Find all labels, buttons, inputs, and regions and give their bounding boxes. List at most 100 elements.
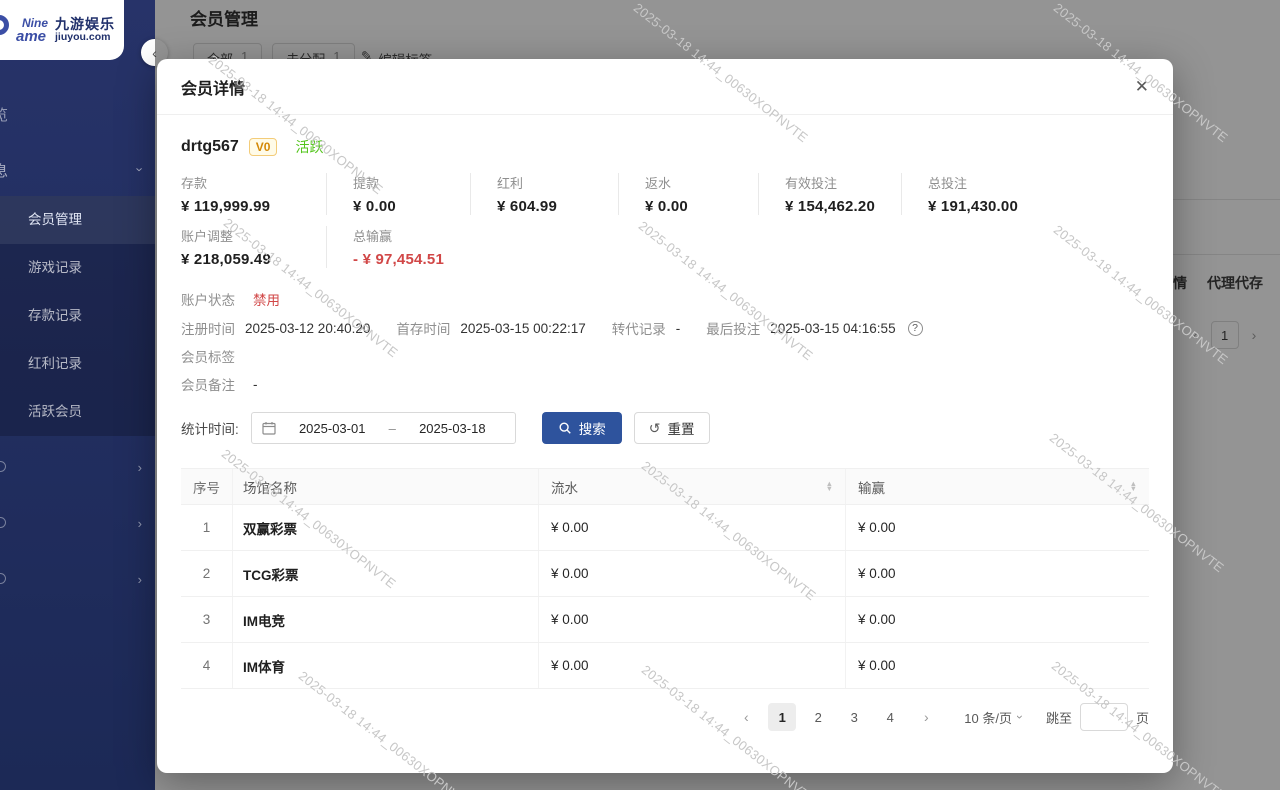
table-row: 1双赢彩票¥ 0.00¥ 0.00: [181, 505, 1149, 551]
stat-value: ¥ 604.99: [497, 198, 618, 215]
member-remark-row: 会员备注 -: [181, 374, 258, 394]
member-detail-modal: 会员详情 ✕ drtg567 V0 活跃 存款¥ 119,999.99提款¥ 0…: [157, 59, 1173, 773]
statistics-time-label: 统计时间:: [181, 418, 239, 438]
sidebar-item-member-management[interactable]: 会员管理: [0, 196, 155, 244]
pagination-page-3[interactable]: 3: [840, 703, 868, 731]
jump-suffix: 页: [1136, 708, 1149, 727]
column-header-turnover-label: 流水: [551, 477, 578, 497]
pagination-page-1[interactable]: 1: [768, 703, 796, 731]
info-label: 转代记录: [612, 318, 666, 338]
info-label: 首存时间: [396, 318, 450, 338]
stat-value: ¥ 218,059.49: [181, 251, 326, 268]
reset-button[interactable]: ↺ 重置: [634, 412, 710, 444]
calendar-icon: [262, 421, 276, 435]
sidebar-item-bonus-records[interactable]: 红利记录: [0, 340, 155, 388]
cell-winloss: ¥ 0.00: [846, 551, 1149, 596]
member-activity-status: 活跃: [295, 137, 323, 157]
cell-turnover: ¥ 0.00: [539, 551, 846, 596]
sidebar-group-expanded[interactable]: 息 ›: [0, 158, 155, 184]
date-start-value[interactable]: 2025-03-01: [280, 421, 385, 436]
column-header-winloss-label: 输赢: [858, 477, 885, 497]
sidebar-item-deposit-records[interactable]: 存款记录: [0, 292, 155, 340]
logo-text-cn: 九游娱乐 jiuyou.com: [55, 17, 115, 44]
sidebar-item-fragment[interactable]: 览: [0, 104, 8, 125]
chevron-down-icon: ›: [1013, 715, 1027, 719]
pagination-next[interactable]: ›: [912, 703, 940, 731]
cell-winloss: ¥ 0.00: [846, 643, 1149, 688]
sidebar-submenu: 会员管理游戏记录存款记录红利记录活跃会员: [0, 196, 155, 436]
cell-venue-name: 双赢彩票: [233, 505, 539, 550]
sidebar-item-active-members[interactable]: 活跃会员: [0, 388, 155, 436]
member-info-row: 注册时间2025-03-12 20:40:20首存时间2025-03-15 00…: [181, 318, 923, 338]
account-status-value: 禁用: [253, 289, 280, 309]
member-name: drtg567: [181, 138, 239, 156]
pagination-page-2[interactable]: 2: [804, 703, 832, 731]
search-button-label: 搜索: [579, 418, 606, 438]
pagination-prev[interactable]: ‹: [732, 703, 760, 731]
stat-label: 红利: [497, 173, 618, 192]
cell-index: 3: [181, 597, 233, 642]
column-header-venue: 场馆名称: [233, 469, 539, 504]
stat-cell: 返水 ¥ 0.00: [618, 173, 758, 215]
table-body: 1双赢彩票¥ 0.00¥ 0.002TCG彩票¥ 0.00¥ 0.003IM电竞…: [181, 505, 1149, 689]
cell-venue-name: IM体育: [233, 643, 539, 688]
info-label: 最后投注: [706, 318, 760, 338]
cell-turnover: ¥ 0.00: [539, 643, 846, 688]
sidebar-collapsed-group[interactable]: ›: [0, 552, 155, 608]
help-icon[interactable]: ?: [908, 321, 923, 336]
member-level-badge: V0: [249, 138, 278, 156]
stat-value: ¥ 191,430.00: [928, 198, 1131, 215]
column-header-winloss: 输赢 ▲ ▼: [846, 469, 1149, 504]
search-button[interactable]: 搜索: [542, 412, 622, 444]
stat-value: - ¥ 97,454.51: [353, 251, 656, 268]
stat-value: ¥ 0.00: [645, 198, 758, 215]
reset-button-label: 重置: [668, 418, 695, 438]
stat-value: ¥ 154,462.20: [785, 198, 901, 215]
sidebar-group-label-fragment: 息: [0, 160, 8, 181]
table-row: 2TCG彩票¥ 0.00¥ 0.00: [181, 551, 1149, 597]
stat-cell: 总输赢- ¥ 97,454.51: [326, 226, 656, 268]
logo-text-en: Nine ame: [16, 17, 48, 44]
page-size-select[interactable]: 10 条/页 ›: [964, 708, 1022, 727]
sidebar-item-game-records[interactable]: 游戏记录: [0, 244, 155, 292]
cell-turnover: ¥ 0.00: [539, 597, 846, 642]
close-icon[interactable]: ✕: [1135, 77, 1149, 97]
reset-icon: ↺: [649, 420, 661, 437]
logo-cn-line2: jiuyou.com: [55, 32, 115, 44]
member-tags-row: 会员标签: [181, 346, 235, 366]
stat-label: 提款: [353, 173, 470, 192]
stat-value: ¥ 119,999.99: [181, 198, 326, 215]
cell-venue-name: TCG彩票: [233, 551, 539, 596]
sort-icon[interactable]: ▲ ▼: [826, 482, 833, 491]
statistics-filter-row: 统计时间: 2025-03-01 – 2025-03-18 搜索: [181, 412, 710, 444]
sort-icon[interactable]: ▲ ▼: [1130, 482, 1137, 491]
info-value: 2025-03-15 04:16:55: [770, 321, 895, 336]
date-range-picker[interactable]: 2025-03-01 – 2025-03-18: [251, 412, 516, 444]
info-value: 2025-03-12 20:40:20: [245, 321, 370, 336]
cell-winloss: ¥ 0.00: [846, 505, 1149, 550]
menu-icon-fragment: [0, 517, 6, 528]
logo-en-line2: ame: [16, 29, 48, 44]
column-header-turnover: 流水 ▲ ▼: [539, 469, 846, 504]
sidebar-collapsed-group[interactable]: ›: [0, 496, 155, 552]
date-end-value[interactable]: 2025-03-18: [400, 421, 505, 436]
info-register-time: 注册时间2025-03-12 20:40:20: [181, 318, 370, 338]
account-status-row: 账户状态 禁用: [181, 289, 280, 309]
sidebar-collapsed-group[interactable]: ›: [0, 440, 155, 496]
chevron-right-icon: ›: [138, 516, 142, 531]
logo-mark-icon: [0, 15, 9, 35]
table-row: 3IM电竞¥ 0.00¥ 0.00: [181, 597, 1149, 643]
cell-turnover: ¥ 0.00: [539, 505, 846, 550]
stat-value: ¥ 0.00: [353, 198, 470, 215]
stat-label: 返水: [645, 173, 758, 192]
member-summary: drtg567 V0 活跃: [181, 137, 323, 157]
cell-index: 2: [181, 551, 233, 596]
pagination-page-4[interactable]: 4: [876, 703, 904, 731]
logo-cn-line1: 九游娱乐: [55, 17, 115, 32]
jump-page-input[interactable]: [1080, 703, 1128, 731]
column-header-index: 序号: [181, 469, 233, 504]
chevron-right-icon: ›: [138, 460, 142, 475]
stat-label: 有效投注: [785, 173, 901, 192]
stat-label: 存款: [181, 173, 326, 192]
cell-venue-name: IM电竞: [233, 597, 539, 642]
